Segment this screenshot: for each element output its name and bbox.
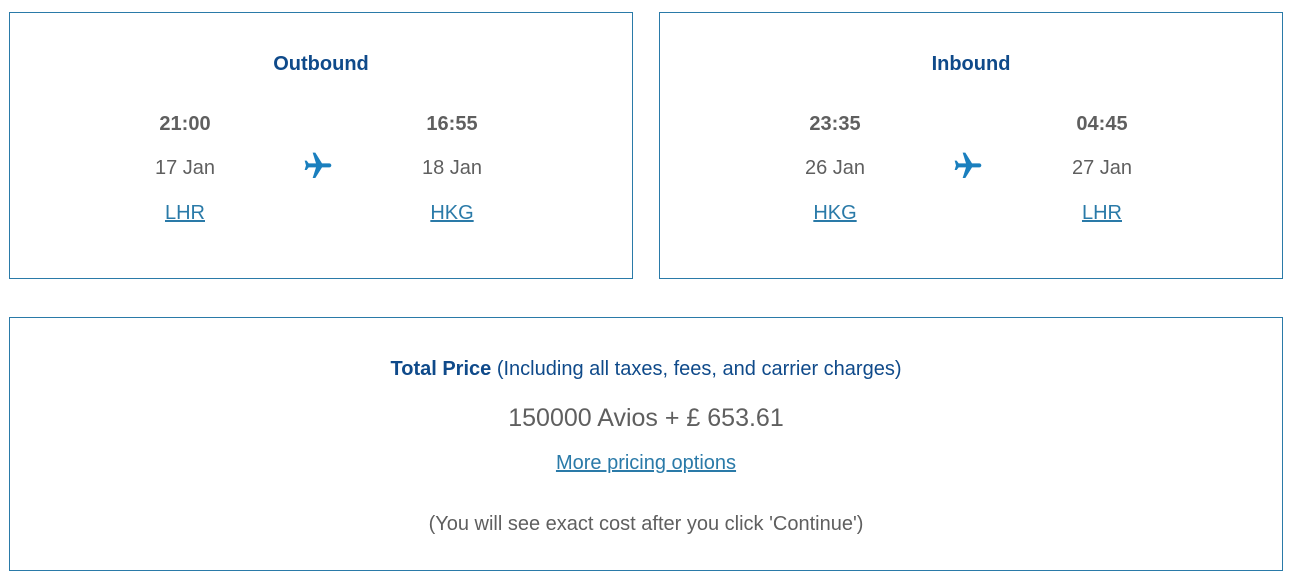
- departure-airport-link[interactable]: HKG: [765, 202, 905, 225]
- outbound-panel: Outbound 21:00 17 Jan LHR 16:55 18 Jan H…: [9, 12, 633, 279]
- more-pricing-wrap: More pricing options: [10, 452, 1282, 475]
- arrival-airport-link[interactable]: HKG: [382, 202, 522, 225]
- outbound-title: Outbound: [273, 53, 369, 75]
- total-price-amount: 150000 Avios + £ 653.61: [508, 404, 784, 432]
- departure-date: 17 Jan: [154, 157, 216, 179]
- more-pricing-options-link[interactable]: More pricing options: [556, 452, 736, 474]
- arrival-time: 16:55: [426, 113, 478, 135]
- arrival-time: 04:45: [1076, 113, 1128, 135]
- airplane-icon: [954, 152, 982, 178]
- arrival-date: 27 Jan: [1071, 157, 1133, 179]
- departure-airport-link[interactable]: LHR: [115, 202, 255, 225]
- exact-cost-note: (You will see exact cost after you click…: [428, 513, 864, 535]
- arrival-date: 18 Jan: [421, 157, 483, 179]
- arrival-airport-link[interactable]: LHR: [1032, 202, 1172, 225]
- total-price-label: Total Price: [390, 358, 492, 380]
- departure-time: 21:00: [159, 113, 211, 135]
- price-panel: Total Price (Including all taxes, fees, …: [9, 317, 1283, 571]
- total-price-heading: Total Price (Including all taxes, fees, …: [10, 358, 1282, 381]
- total-price-label-note: (Including all taxes, fees, and carrier …: [496, 358, 902, 380]
- departure-date: 26 Jan: [804, 157, 866, 179]
- airplane-icon: [304, 152, 332, 178]
- inbound-panel: Inbound 23:35 26 Jan HKG 04:45 27 Jan LH…: [659, 12, 1283, 279]
- departure-time: 23:35: [809, 113, 861, 135]
- inbound-title: Inbound: [931, 53, 1011, 75]
